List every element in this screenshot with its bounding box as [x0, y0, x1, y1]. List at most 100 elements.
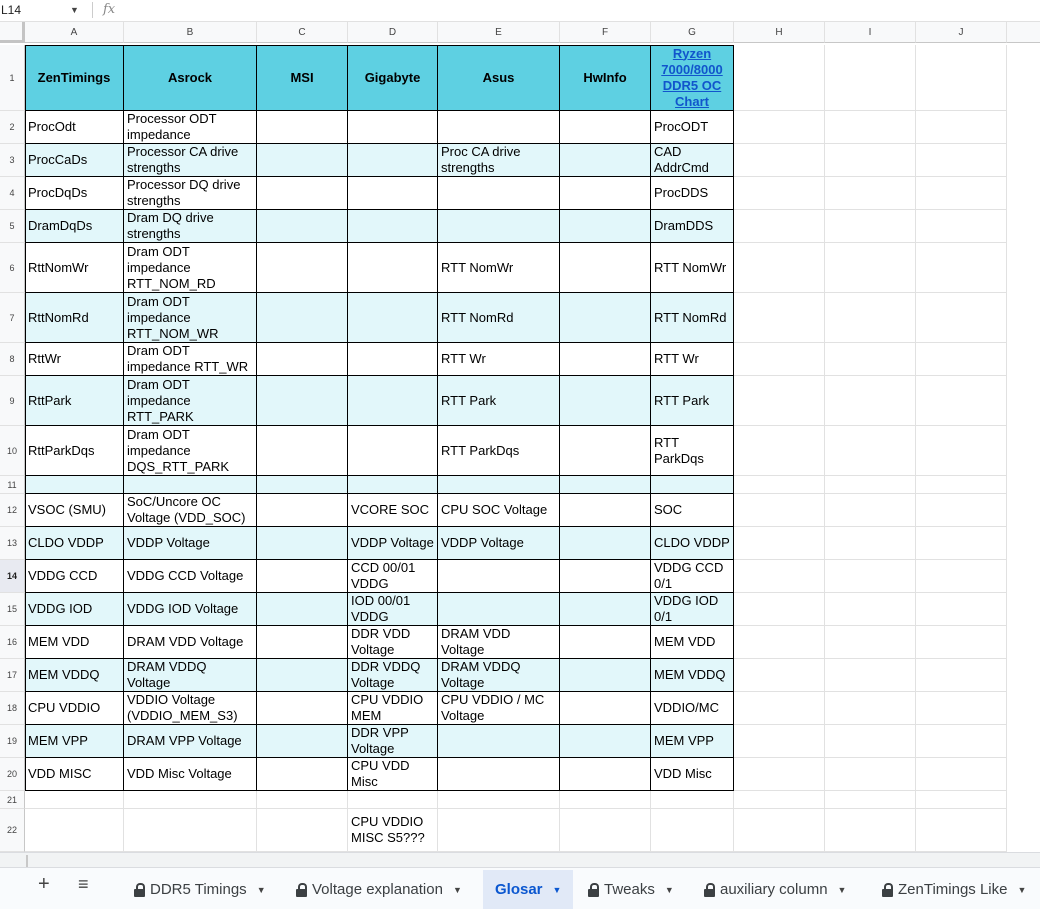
table-cell[interactable]: [438, 758, 560, 791]
grid-cell[interactable]: [734, 626, 825, 659]
table-cell[interactable]: [560, 758, 651, 791]
table-cell[interactable]: IOD 00/01 VDDG: [348, 593, 438, 626]
table-cell[interactable]: DramDqDs: [25, 210, 124, 243]
table-cell[interactable]: [438, 210, 560, 243]
column-header-d[interactable]: D: [348, 22, 438, 43]
grid-cell[interactable]: [734, 293, 825, 343]
grid-cell[interactable]: [825, 626, 916, 659]
header-cell[interactable]: Gigabyte: [348, 45, 438, 111]
chevron-down-icon[interactable]: ▼: [1017, 885, 1026, 895]
row-header-2[interactable]: 2: [0, 111, 25, 144]
chevron-down-icon[interactable]: ▼: [70, 1, 79, 19]
table-cell[interactable]: [257, 725, 348, 758]
table-cell[interactable]: ProcCaDs: [25, 144, 124, 177]
table-cell[interactable]: [257, 376, 348, 426]
chevron-down-icon[interactable]: ▼: [257, 885, 266, 895]
table-cell[interactable]: [348, 111, 438, 144]
table-cell[interactable]: [651, 476, 734, 494]
grid-cell[interactable]: [438, 809, 560, 852]
table-cell[interactable]: [560, 210, 651, 243]
table-cell[interactable]: RTT NomWr: [438, 243, 560, 293]
table-cell[interactable]: VSOC (SMU): [25, 494, 124, 527]
table-cell[interactable]: MEM VDDQ: [25, 659, 124, 692]
table-cell[interactable]: [560, 560, 651, 593]
grid-cell[interactable]: [916, 243, 1007, 293]
grid-cell[interactable]: [825, 177, 916, 210]
table-cell[interactable]: VDDP Voltage: [348, 527, 438, 560]
row-header-14[interactable]: 14: [0, 560, 25, 593]
chevron-down-icon[interactable]: ▼: [665, 885, 674, 895]
grid-cell[interactable]: [825, 560, 916, 593]
table-cell[interactable]: [257, 426, 348, 476]
table-cell[interactable]: [560, 376, 651, 426]
table-cell[interactable]: Dram ODT impedance RTT_NOM_RD: [124, 243, 257, 293]
table-cell[interactable]: RttNomRd: [25, 293, 124, 343]
table-cell[interactable]: Processor CA drive strengths: [124, 144, 257, 177]
table-cell[interactable]: [348, 243, 438, 293]
table-cell[interactable]: VDDIO/MC: [651, 692, 734, 725]
grid-cell[interactable]: [825, 659, 916, 692]
row-header-3[interactable]: 3: [0, 144, 25, 177]
all-sheets-menu-button[interactable]: ≡: [78, 874, 89, 894]
table-cell[interactable]: [560, 593, 651, 626]
table-cell[interactable]: [25, 476, 124, 494]
table-cell[interactable]: DRAM VDDQ Voltage: [438, 659, 560, 692]
grid-cell[interactable]: [825, 144, 916, 177]
table-cell[interactable]: [257, 560, 348, 593]
grid-cell[interactable]: [825, 494, 916, 527]
grid-cell[interactable]: [825, 426, 916, 476]
table-cell[interactable]: [257, 343, 348, 376]
table-cell[interactable]: DRAM VDD Voltage: [438, 626, 560, 659]
row-header-10[interactable]: 10: [0, 426, 25, 476]
sheet-tab[interactable]: Tweaks ▼: [588, 870, 674, 909]
table-cell[interactable]: [438, 560, 560, 593]
grid-cell[interactable]: [124, 791, 257, 809]
grid-cell[interactable]: [916, 144, 1007, 177]
grid-cell[interactable]: [651, 809, 734, 852]
table-cell[interactable]: VDD MISC: [25, 758, 124, 791]
table-cell[interactable]: [438, 593, 560, 626]
grid-cell[interactable]: [734, 494, 825, 527]
table-cell[interactable]: [257, 527, 348, 560]
table-cell[interactable]: Dram ODT impedance RTT_WR: [124, 343, 257, 376]
table-cell[interactable]: VDDP Voltage: [438, 527, 560, 560]
table-cell[interactable]: Processor DQ drive strengths: [124, 177, 257, 210]
grid-cell[interactable]: [825, 527, 916, 560]
table-cell[interactable]: ProcODT: [651, 111, 734, 144]
table-cell[interactable]: RTT ParkDqs: [438, 426, 560, 476]
table-cell[interactable]: Processor ODT impedance: [124, 111, 257, 144]
column-header-e[interactable]: E: [438, 22, 560, 43]
row-header-12[interactable]: 12: [0, 494, 25, 527]
grid-cell[interactable]: [734, 560, 825, 593]
table-cell[interactable]: [348, 177, 438, 210]
grid-cell[interactable]: [916, 692, 1007, 725]
table-cell[interactable]: DDR VDDQ Voltage: [348, 659, 438, 692]
table-cell[interactable]: [257, 177, 348, 210]
sheet-tab[interactable]: Glosar ▼: [483, 870, 574, 909]
header-cell[interactable]: ZenTimings: [25, 45, 124, 111]
grid-cell[interactable]: [734, 426, 825, 476]
grid-cell[interactable]: [438, 791, 560, 809]
table-cell[interactable]: ProcDqDs: [25, 177, 124, 210]
table-cell[interactable]: MEM VPP: [651, 725, 734, 758]
row-header-17[interactable]: 17: [0, 659, 25, 692]
table-cell[interactable]: VDDG CCD: [25, 560, 124, 593]
column-header-f[interactable]: F: [560, 22, 651, 43]
table-cell[interactable]: [560, 476, 651, 494]
table-cell[interactable]: [348, 426, 438, 476]
table-cell[interactable]: [124, 476, 257, 494]
table-cell[interactable]: [257, 758, 348, 791]
grid-cell[interactable]: [916, 476, 1007, 494]
grid-cell[interactable]: [825, 758, 916, 791]
table-cell[interactable]: RTT Wr: [438, 343, 560, 376]
grid-cell[interactable]: [734, 144, 825, 177]
table-cell[interactable]: [348, 376, 438, 426]
row-header-7[interactable]: 7: [0, 293, 25, 343]
grid-cell[interactable]: [734, 659, 825, 692]
table-cell[interactable]: RttNomWr: [25, 243, 124, 293]
table-cell[interactable]: VDD Misc: [651, 758, 734, 791]
table-cell[interactable]: [348, 343, 438, 376]
table-cell[interactable]: RTT NomWr: [651, 243, 734, 293]
grid-cell[interactable]: [916, 376, 1007, 426]
grid-cell[interactable]: [734, 791, 825, 809]
